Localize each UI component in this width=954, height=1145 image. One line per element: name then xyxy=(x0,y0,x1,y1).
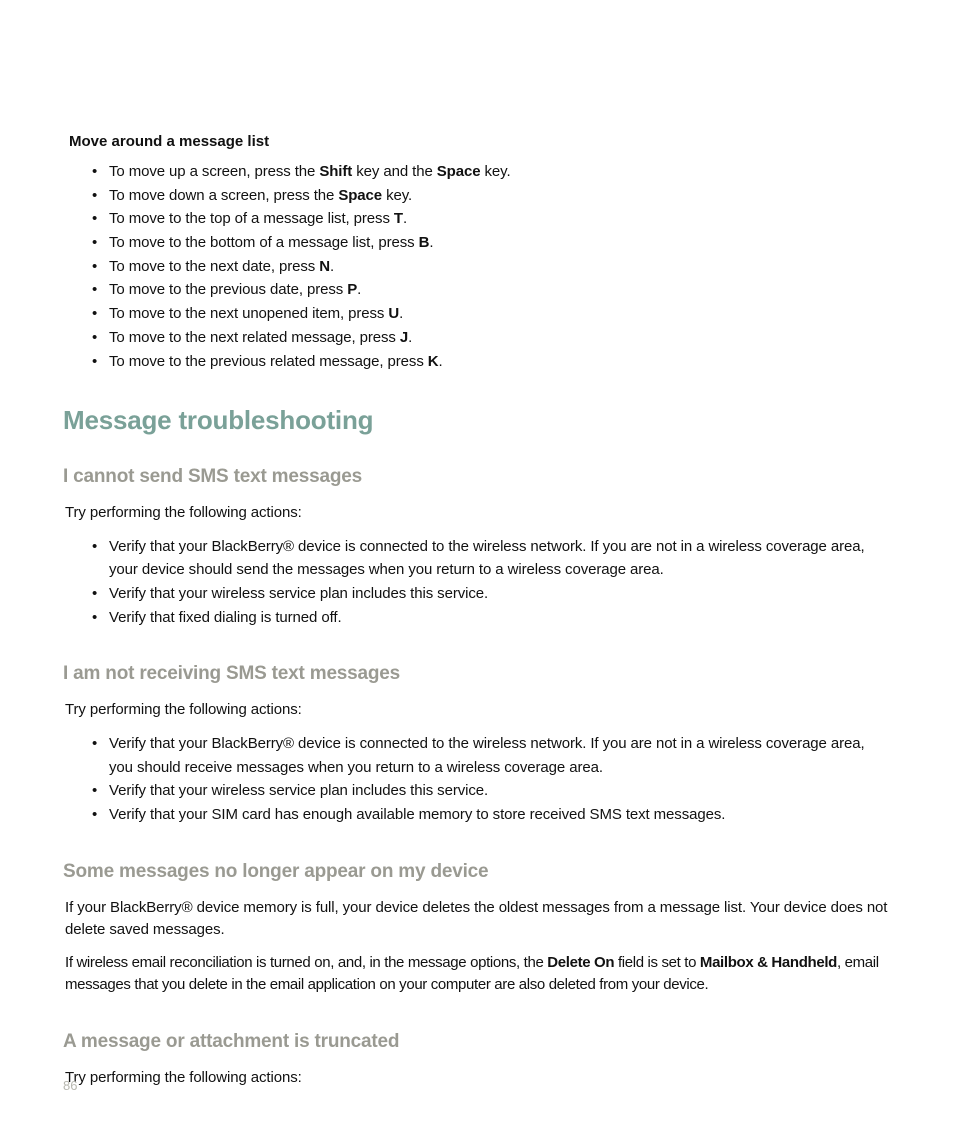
no-longer-p2: If wireless email reconciliation is turn… xyxy=(65,952,891,997)
not-receiving-heading: I am not receiving SMS text messages xyxy=(63,663,891,685)
cannot-send-bullets: Verify that your BlackBerry® device is c… xyxy=(63,535,891,630)
document-page: Move around a message list To move up a … xyxy=(0,0,954,1145)
not-receiving-bullets: Verify that your BlackBerry® device is c… xyxy=(63,732,891,827)
cannot-send-section: I cannot send SMS text messages Try perf… xyxy=(63,466,891,629)
not-receiving-intro: Try performing the following actions: xyxy=(65,699,891,722)
list-item: Verify that your wireless service plan i… xyxy=(109,779,891,803)
list-item: To move to the top of a message list, pr… xyxy=(109,207,891,231)
list-item: To move to the previous date, press P. xyxy=(109,278,891,302)
cannot-send-intro: Try performing the following actions: xyxy=(65,502,891,525)
move-around-bullets: To move up a screen, press the Shift key… xyxy=(63,160,891,373)
truncated-heading: A message or attachment is truncated xyxy=(63,1031,891,1053)
truncated-intro: Try performing the following actions: xyxy=(65,1067,891,1090)
list-item: To move to the next related message, pre… xyxy=(109,326,891,350)
not-receiving-section: I am not receiving SMS text messages Try… xyxy=(63,663,891,826)
no-longer-p1: If your BlackBerry® device memory is ful… xyxy=(65,897,891,942)
move-around-list-section: Move around a message list To move up a … xyxy=(63,133,891,373)
list-item: Verify that your wireless service plan i… xyxy=(109,582,891,606)
no-longer-heading: Some messages no longer appear on my dev… xyxy=(63,861,891,883)
cannot-send-heading: I cannot send SMS text messages xyxy=(63,466,891,488)
move-around-heading: Move around a message list xyxy=(69,133,891,150)
truncated-section: A message or attachment is truncated Try… xyxy=(63,1031,891,1090)
list-item: Verify that fixed dialing is turned off. xyxy=(109,606,891,630)
list-item: Verify that your BlackBerry® device is c… xyxy=(109,535,891,582)
troubleshooting-heading: Message troubleshooting xyxy=(63,405,891,436)
list-item: To move to the next unopened item, press… xyxy=(109,302,891,326)
list-item: To move to the bottom of a message list,… xyxy=(109,231,891,255)
list-item: To move to the previous related message,… xyxy=(109,350,891,374)
no-longer-appear-section: Some messages no longer appear on my dev… xyxy=(63,861,891,997)
page-number: 86 xyxy=(63,1078,77,1093)
list-item: To move down a screen, press the Space k… xyxy=(109,184,891,208)
list-item: Verify that your BlackBerry® device is c… xyxy=(109,732,891,779)
list-item: To move to the next date, press N. xyxy=(109,255,891,279)
list-item: To move up a screen, press the Shift key… xyxy=(109,160,891,184)
list-item: Verify that your SIM card has enough ava… xyxy=(109,803,891,827)
